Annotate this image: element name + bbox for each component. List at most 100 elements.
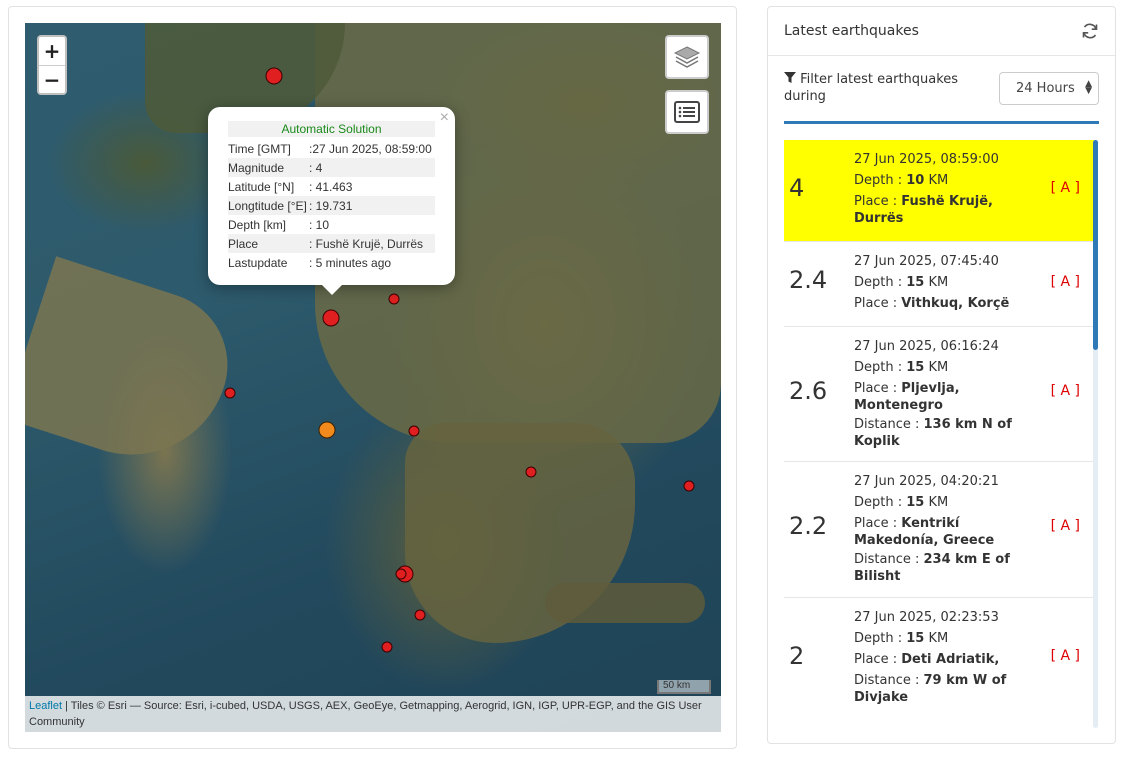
quake-marker[interactable] bbox=[414, 609, 426, 621]
automatic-badge: [ A ] bbox=[1050, 383, 1080, 399]
popup-key: Lastupdate bbox=[228, 255, 288, 270]
depth-label: Depth : bbox=[854, 495, 907, 510]
quake-marker[interactable] bbox=[388, 293, 400, 305]
place-label: Place : bbox=[854, 652, 902, 667]
quake-depth: 15 bbox=[906, 495, 925, 510]
popup-title: Automatic Solution bbox=[228, 121, 435, 137]
popup-key: Longtitude [°E] bbox=[228, 198, 307, 213]
popup-value: :27 Jun 2025, 08:59:00 bbox=[309, 141, 432, 156]
map-card: + − × Automatic Solution Time [GMT] :27 J… bbox=[8, 6, 737, 749]
quake-marker[interactable] bbox=[683, 480, 695, 492]
quake-time: 27 Jun 2025, 07:45:40 bbox=[854, 254, 999, 269]
popup-key: Time [GMT] bbox=[228, 141, 291, 156]
filter-label-text: Filter latest earthquakes during bbox=[784, 72, 959, 104]
popup-key: Latitude [°N] bbox=[228, 179, 295, 194]
leaflet-link[interactable]: Leaflet bbox=[29, 700, 62, 712]
quake-magnitude: 4 bbox=[789, 174, 805, 202]
quake-info: 27 Jun 2025, 02:23:53 Depth : 15 KM Plac… bbox=[854, 598, 1024, 706]
depth-label: Depth : bbox=[854, 173, 907, 188]
zoom-control: + − bbox=[37, 35, 67, 95]
popup-row: Latitude [°N] : 41.463 bbox=[228, 177, 435, 196]
popup-row: Lastupdate: 5 minutes ago bbox=[228, 253, 435, 272]
popup-row: Time [GMT] :27 Jun 2025, 08:59:00 bbox=[228, 139, 435, 158]
depth-label: Depth : bbox=[854, 275, 907, 290]
close-icon[interactable]: × bbox=[440, 109, 449, 127]
list-icon bbox=[674, 101, 700, 123]
quake-place: Deti Adriatik, bbox=[901, 652, 1000, 667]
quake-marker-orange[interactable] bbox=[318, 421, 336, 439]
list-toggle-button[interactable] bbox=[665, 90, 709, 134]
accent-divider bbox=[784, 121, 1099, 124]
place-label: Place : bbox=[854, 296, 902, 311]
quake-magnitude: 2.2 bbox=[789, 512, 828, 540]
quake-info: 27 Jun 2025, 06:16:24 Depth : 15 KM Plac… bbox=[854, 327, 1024, 450]
popup-value: : 4 bbox=[309, 160, 323, 175]
popup-row: Depth [km] : 10 bbox=[228, 215, 435, 234]
place-label: Place : bbox=[854, 516, 902, 531]
place-label: Place : bbox=[854, 381, 902, 396]
scrollbar-thumb[interactable] bbox=[1093, 140, 1098, 350]
popup-row: Longtitude [°E]: 19.731 bbox=[228, 196, 435, 215]
quake-item[interactable]: 2.6 27 Jun 2025, 06:16:24 Depth : 15 KM … bbox=[784, 327, 1094, 462]
quake-marker[interactable] bbox=[408, 425, 420, 437]
layers-button[interactable] bbox=[665, 35, 709, 79]
quake-marker[interactable] bbox=[525, 466, 537, 478]
depth-unit: KM bbox=[924, 631, 949, 646]
quake-magnitude: 2 bbox=[789, 642, 805, 670]
time-range-select[interactable]: 24 Hours ▲ ▼ bbox=[999, 72, 1099, 105]
automatic-badge: [ A ] bbox=[1050, 274, 1080, 290]
refresh-icon[interactable] bbox=[1081, 22, 1099, 40]
popup-value: : 19.731 bbox=[309, 198, 353, 213]
popup-value: : 41.463 bbox=[309, 179, 353, 194]
popup-key: Magnitude bbox=[228, 160, 285, 175]
popup-key: Place bbox=[228, 236, 259, 251]
automatic-badge: [ A ] bbox=[1050, 518, 1080, 534]
quake-magnitude: 2.4 bbox=[789, 266, 828, 294]
quake-info: 27 Jun 2025, 08:59:00 Depth : 10 KM Plac… bbox=[854, 140, 1024, 227]
zoom-in-button[interactable]: + bbox=[39, 37, 65, 65]
select-arrows-icon: ▲ ▼ bbox=[1085, 79, 1092, 96]
time-range-value: 24 Hours bbox=[1016, 81, 1075, 96]
filter-icon bbox=[784, 72, 796, 83]
quake-item[interactable]: 2.4 27 Jun 2025, 07:45:40 Depth : 15 KM … bbox=[784, 242, 1094, 327]
place-label: Place : bbox=[854, 194, 902, 209]
quake-marker[interactable] bbox=[265, 67, 283, 85]
quake-time: 27 Jun 2025, 02:23:53 bbox=[854, 610, 999, 625]
earthquake-panel: Latest earthquakes Filter latest earthqu… bbox=[767, 6, 1116, 744]
depth-unit: KM bbox=[924, 495, 949, 510]
quake-item[interactable]: 4 27 Jun 2025, 08:59:00 Depth : 10 KM Pl… bbox=[784, 140, 1094, 242]
distance-label: Distance : bbox=[854, 552, 924, 567]
quake-depth: 10 bbox=[906, 173, 925, 188]
popup-value: : 10 bbox=[309, 217, 330, 232]
filter-label: Filter latest earthquakes during bbox=[784, 71, 984, 105]
popup-row: Place: Fushë Krujë, Durrës bbox=[228, 234, 435, 253]
depth-unit: KM bbox=[924, 275, 949, 290]
layers-icon bbox=[673, 46, 701, 68]
quake-magnitude: 2.6 bbox=[789, 377, 828, 405]
map-attribution: Leaflet | Tiles © Esri — Source: Esri, i… bbox=[25, 696, 721, 732]
quake-place: Vithkuq, Korçë bbox=[901, 296, 1010, 311]
depth-label: Depth : bbox=[854, 631, 907, 646]
quake-item[interactable]: 2.2 27 Jun 2025, 04:20:21 Depth : 15 KM … bbox=[784, 462, 1094, 598]
map-view[interactable]: + − × Automatic Solution Time [GMT] :27 J… bbox=[25, 23, 721, 732]
automatic-badge: [ A ] bbox=[1050, 180, 1080, 196]
quake-marker-selected[interactable] bbox=[322, 309, 340, 327]
quake-marker[interactable] bbox=[381, 641, 393, 653]
depth-unit: KM bbox=[924, 173, 949, 188]
popup-key: Depth [km] bbox=[228, 217, 287, 232]
depth-unit: KM bbox=[924, 360, 949, 375]
quake-marker[interactable] bbox=[395, 568, 407, 580]
quake-time: 27 Jun 2025, 04:20:21 bbox=[854, 474, 999, 489]
quake-time: 27 Jun 2025, 08:59:00 bbox=[854, 152, 999, 167]
quake-marker[interactable] bbox=[224, 387, 236, 399]
quake-info: 27 Jun 2025, 07:45:40 Depth : 15 KM Plac… bbox=[854, 242, 1024, 314]
quake-item[interactable]: 2 27 Jun 2025, 02:23:53 Depth : 15 KM Pl… bbox=[784, 598, 1094, 715]
quake-time: 27 Jun 2025, 06:16:24 bbox=[854, 339, 999, 354]
panel-title: Latest earthquakes bbox=[784, 23, 919, 39]
quake-depth: 15 bbox=[906, 360, 925, 375]
distance-label: Distance : bbox=[854, 417, 924, 432]
quake-depth: 15 bbox=[906, 631, 925, 646]
automatic-badge: [ A ] bbox=[1050, 648, 1080, 664]
zoom-out-button[interactable]: − bbox=[39, 65, 65, 93]
quake-list: 4 27 Jun 2025, 08:59:00 Depth : 10 KM Pl… bbox=[784, 140, 1094, 715]
